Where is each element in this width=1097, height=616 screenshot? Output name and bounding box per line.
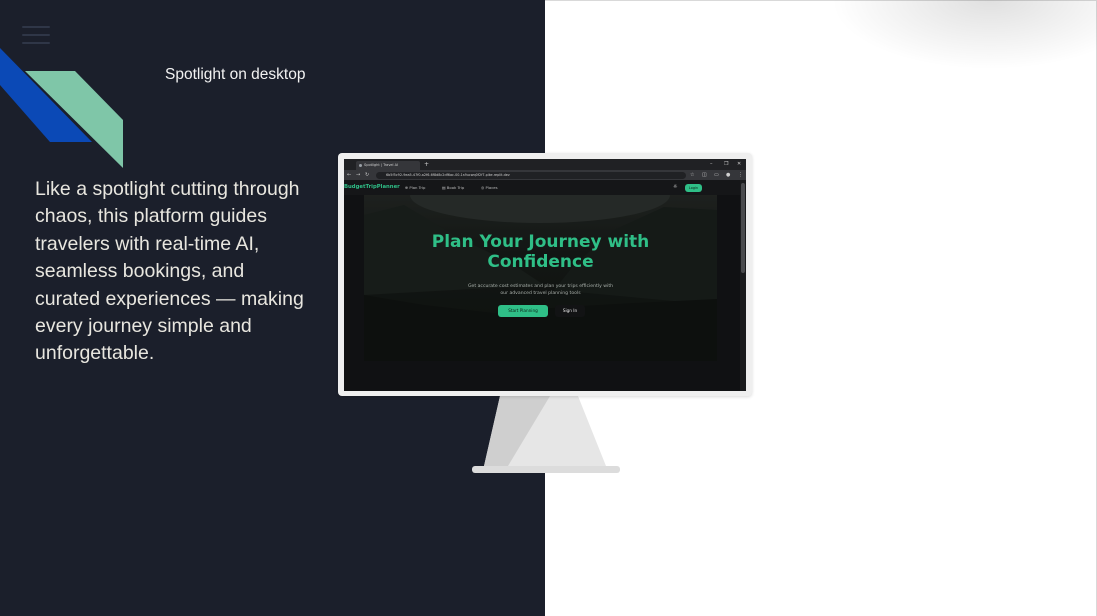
- sign-in-button[interactable]: Sign In: [555, 305, 585, 317]
- back-button[interactable]: ←: [347, 171, 351, 179]
- app-logo[interactable]: BudgetTripPlanner: [344, 180, 400, 195]
- browser-addressbar: ← → ↻ 6b5f5c92-9ea5-47f0-a2f6-6f8d8c2df6…: [344, 170, 746, 180]
- stand-base: [472, 466, 620, 473]
- decorative-stripes: [0, 48, 123, 168]
- url-input[interactable]: 6b5f5c92-9ea5-47f0-a2f6-6f8d8c2df6ac-00-…: [376, 171, 686, 179]
- login-button[interactable]: Login: [685, 183, 702, 192]
- web-app: BudgetTripPlanner ⊕ Plan Trip ▤ Book Tri…: [344, 180, 746, 391]
- minimize-button[interactable]: –: [710, 160, 713, 169]
- maximize-button[interactable]: ❐: [724, 160, 728, 169]
- nav-places-label: Places: [485, 185, 498, 190]
- tab-title: Spotlight | Travel AI: [364, 163, 399, 167]
- nav-book-trip-label: Book Trip: [446, 185, 465, 190]
- hero-subtitle: Get accurate cost estimates and plan you…: [467, 284, 614, 296]
- extensions-icon[interactable]: ◫: [702, 171, 707, 179]
- hero-title-line2: Confidence: [487, 252, 594, 272]
- hero-title: Plan Your Journey with Confidence: [364, 232, 717, 272]
- tab-favicon-icon: [359, 164, 362, 167]
- hero-title-line1: Plan Your Journey with: [431, 232, 650, 252]
- monitor: Spotlight | Travel AI + – ❐ ✕ ← → ↻ 6b5f…: [338, 153, 752, 396]
- hero-section: Plan Your Journey with Confidence Get ac…: [364, 195, 717, 361]
- browser-tab[interactable]: Spotlight | Travel AI: [356, 161, 420, 170]
- slide-title: Spotlight on desktop: [165, 66, 306, 83]
- theme-toggle-icon[interactable]: ☼: [673, 180, 677, 195]
- scrollbar-thumb[interactable]: [741, 183, 745, 273]
- menu-icon[interactable]: ⋮: [738, 171, 743, 179]
- start-planning-button[interactable]: Start Planning: [498, 305, 548, 317]
- hero-overlay: [364, 195, 717, 361]
- profile-icon[interactable]: ●: [726, 171, 730, 179]
- browser-tabbar: Spotlight | Travel AI + – ❐ ✕: [344, 159, 746, 170]
- close-window-button[interactable]: ✕: [737, 160, 741, 169]
- app-navbar: BudgetTripPlanner ⊕ Plan Trip ▤ Book Tri…: [344, 180, 740, 195]
- nav-places[interactable]: ◎ Places: [481, 180, 498, 195]
- body-text: Like a spotlight cutting through chaos, …: [35, 178, 304, 365]
- monitor-screen: Spotlight | Travel AI + – ❐ ✕ ← → ↻ 6b5f…: [344, 159, 746, 391]
- forward-button[interactable]: →: [356, 171, 360, 179]
- sidepanel-icon[interactable]: ▭: [714, 171, 719, 179]
- monitor-stand: [472, 396, 620, 473]
- corner-shadow: [830, 0, 1097, 70]
- nav-book-trip[interactable]: ▤ Book Trip: [442, 180, 464, 195]
- new-tab-button[interactable]: +: [424, 160, 429, 169]
- nav-plan-trip[interactable]: ⊕ Plan Trip: [405, 180, 425, 195]
- reload-button[interactable]: ↻: [365, 171, 369, 179]
- star-icon[interactable]: ☆: [690, 171, 694, 179]
- nav-plan-trip-label: Plan Trip: [409, 185, 426, 190]
- page-scrollbar[interactable]: [740, 180, 746, 391]
